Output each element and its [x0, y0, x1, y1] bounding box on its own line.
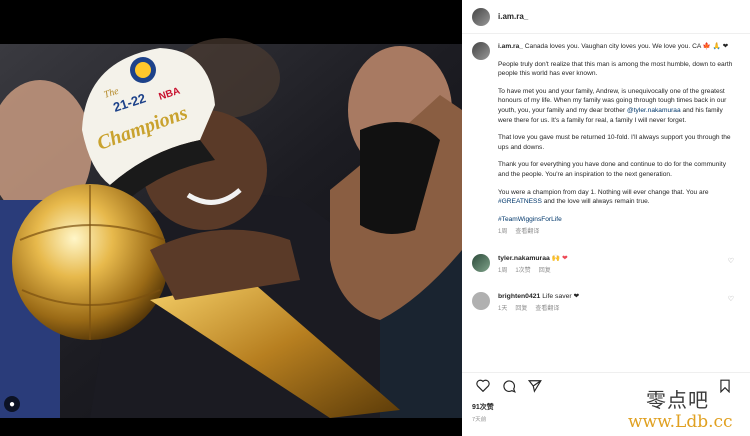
author-avatar[interactable] [472, 7, 490, 26]
share-icon[interactable] [524, 378, 546, 394]
post-panel: i.am.ra_ i.am.ra_ Canada loves you. Vaug… [462, 0, 750, 436]
caption-lead: Canada loves you. Vaughan city loves you… [524, 43, 691, 50]
post-photo[interactable]: The 21-22 NBA Champions ● [0, 0, 462, 436]
comment-avatar[interactable] [472, 291, 490, 310]
comment-age: 1天 [498, 305, 508, 312]
post-age: 7天前 [472, 417, 487, 423]
heart-icon[interactable]: ♡ [728, 295, 734, 303]
user-tag-icon[interactable]: ● [4, 396, 20, 412]
heart-icon[interactable]: ♡ [728, 257, 734, 265]
caption-paragraph-5: You were a champion from day 1. Nothing … [498, 188, 709, 206]
caption-username[interactable]: i.am.ra_ [498, 43, 523, 50]
comment-reply[interactable]: 回复 [515, 305, 527, 314]
caption-body: i.am.ra_ Canada loves you. Vaughan city … [498, 42, 738, 238]
comment-avatar[interactable] [472, 253, 490, 272]
comment-icon[interactable] [498, 378, 520, 394]
comment-text: Life saver ❤ [542, 292, 580, 300]
mention-link[interactable]: @tyler.nakamuraa [627, 107, 681, 114]
watermark-cn: 零点吧 [646, 388, 709, 412]
caption-meta: 1周 查看翻译 [498, 228, 738, 238]
comment-username[interactable]: tyler.nakamuraa [498, 255, 550, 262]
caption-avatar[interactable] [472, 42, 490, 60]
caption-paragraph-1: People truly don't realize that this man… [498, 60, 733, 78]
caption-age: 1周 [498, 229, 508, 236]
comment-item: tyler.nakamuraa 🙌 ❤ 1周 1次赞 回复 ♡ [472, 253, 740, 276]
heart-icon[interactable] [472, 378, 494, 394]
caption-flags: CA 🍁 🙏 ❤ [692, 43, 729, 50]
caption: i.am.ra_ Canada loves you. Vaughan city … [472, 42, 740, 238]
comments-area[interactable]: i.am.ra_ Canada loves you. Vaughan city … [462, 36, 750, 370]
hashtag-wiggins[interactable]: #TeamWigginsForLife [498, 216, 562, 223]
comment-translate[interactable]: 查看翻译 [535, 305, 559, 314]
comment-username[interactable]: brighten0421 [498, 293, 540, 300]
caption-paragraph-2: To have met you and your family, Andrew,… [498, 87, 727, 124]
likes-count[interactable]: 91次赞 [472, 402, 494, 412]
watermark-url: www.Ldb.cc [628, 412, 733, 432]
caption-translate[interactable]: 查看翻译 [515, 228, 539, 238]
caption-paragraph-4: Thank you for everything you have done a… [498, 161, 726, 178]
championship-photo: The 21-22 NBA Champions [0, 38, 462, 418]
post-header: i.am.ra_ [462, 0, 750, 34]
comment-likes[interactable]: 1次赞 [515, 267, 530, 276]
author-username[interactable]: i.am.ra_ [498, 12, 528, 21]
comment-age: 1周 [498, 267, 508, 274]
comment-text: 🙌 ❤ [551, 254, 568, 262]
comment-reply[interactable]: 回复 [539, 267, 551, 276]
comment-item: brighten0421 Life saver ❤ 1天 回复 查看翻译 ♡ [472, 291, 740, 314]
watermark: 零点吧 www.Ldb.cc [620, 384, 750, 436]
caption-paragraph-3: That love you gave must be returned 10-f… [498, 134, 731, 151]
hashtag-greatness[interactable]: #GREATNESS [498, 198, 542, 205]
